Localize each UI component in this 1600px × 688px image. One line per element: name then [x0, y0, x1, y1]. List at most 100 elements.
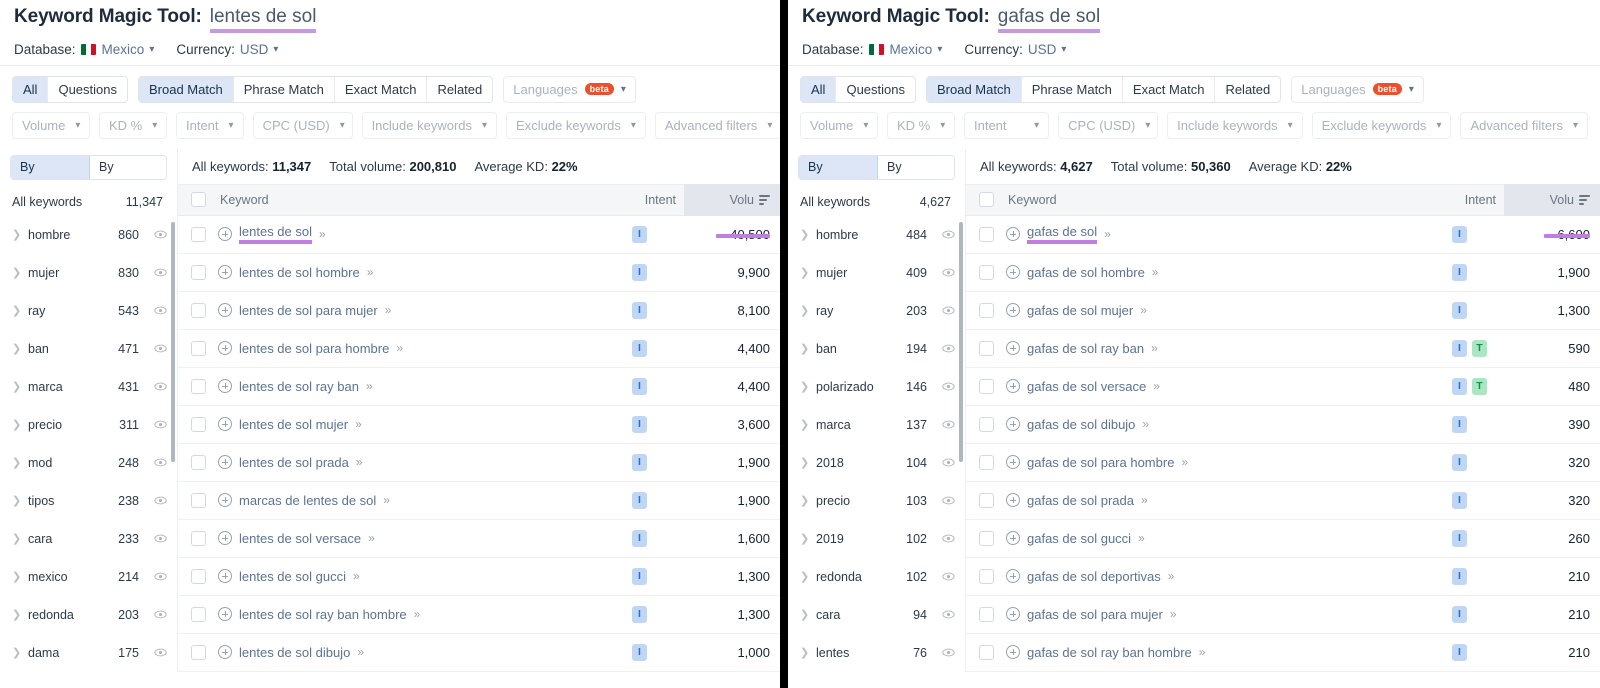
column-header-volume[interactable]: Volu	[684, 184, 780, 216]
eye-icon[interactable]	[154, 570, 167, 583]
add-keyword-icon[interactable]	[1006, 303, 1020, 317]
open-serp-icon[interactable]: »	[1168, 569, 1173, 583]
eye-icon[interactable]	[154, 608, 167, 621]
eye-icon[interactable]	[942, 266, 955, 279]
open-serp-icon[interactable]: »	[355, 417, 360, 431]
add-keyword-icon[interactable]	[1006, 379, 1020, 393]
tab-broad-match[interactable]: Broad Match	[139, 77, 234, 102]
row-checkbox[interactable]	[966, 379, 1006, 394]
open-serp-icon[interactable]: »	[414, 607, 419, 621]
keyword-link[interactable]: lentes de sol dibujo	[239, 645, 350, 660]
add-keyword-icon[interactable]	[1006, 455, 1020, 469]
open-serp-icon[interactable]: »	[1199, 645, 1204, 659]
filter-cpc[interactable]: CPC (USD)▾	[1058, 112, 1158, 139]
table-row[interactable]: gafas de sol para mujer»I210	[966, 596, 1600, 634]
eye-icon[interactable]	[154, 494, 167, 507]
filter-include-keywords[interactable]: Include keywords▾	[1167, 112, 1302, 139]
table-row[interactable]: lentes de sol versace»I1,600	[178, 520, 780, 558]
row-checkbox[interactable]	[178, 227, 218, 242]
sidebar-item-hombre[interactable]: ❯hombre860	[0, 216, 177, 254]
add-keyword-icon[interactable]	[218, 379, 232, 393]
sidebar-item-ban[interactable]: ❯ban194	[788, 330, 965, 368]
open-serp-icon[interactable]: »	[383, 493, 388, 507]
eye-icon[interactable]	[154, 304, 167, 317]
filter-kd[interactable]: KD %▾	[887, 112, 955, 139]
sidebar-scrollbar[interactable]	[959, 222, 963, 462]
add-keyword-icon[interactable]	[1006, 341, 1020, 355]
tab-phrase-match[interactable]: Phrase Match	[1022, 77, 1123, 102]
database-selector[interactable]: Database: Mexico ▾	[802, 42, 942, 57]
row-checkbox[interactable]	[966, 645, 1006, 660]
open-serp-icon[interactable]: »	[1181, 455, 1186, 469]
row-checkbox[interactable]	[966, 569, 1006, 584]
eye-icon[interactable]	[942, 494, 955, 507]
add-keyword-icon[interactable]	[218, 265, 232, 279]
table-row[interactable]: gafas de sol dibujo»I390	[966, 406, 1600, 444]
tab-related[interactable]: Related	[1215, 77, 1280, 102]
row-checkbox[interactable]	[966, 455, 1006, 470]
toggle-by-number[interactable]: By number	[11, 156, 90, 179]
keyword-link[interactable]: lentes de sol hombre	[239, 265, 360, 280]
eye-icon[interactable]	[154, 418, 167, 431]
open-serp-icon[interactable]: »	[366, 379, 371, 393]
keyword-link[interactable]: lentes de sol gucci	[239, 569, 346, 584]
sidebar-item-lentes[interactable]: ❯lentes76	[788, 634, 965, 672]
open-serp-icon[interactable]: »	[356, 455, 361, 469]
table-row[interactable]: gafas de sol deportivas»I210	[966, 558, 1600, 596]
sidebar-all-keywords-row[interactable]: All keywords 4,627	[788, 188, 965, 216]
keyword-link[interactable]: lentes de sol para mujer	[239, 303, 378, 318]
add-keyword-icon[interactable]	[218, 417, 232, 431]
eye-icon[interactable]	[154, 380, 167, 393]
keyword-link[interactable]: lentes de sol	[239, 224, 312, 244]
tab-all[interactable]: All	[13, 77, 48, 102]
eye-icon[interactable]	[154, 532, 167, 545]
eye-icon[interactable]	[154, 646, 167, 659]
open-serp-icon[interactable]: »	[1138, 531, 1143, 545]
add-keyword-icon[interactable]	[218, 455, 232, 469]
keyword-link[interactable]: gafas de sol ray ban hombre	[1027, 645, 1192, 660]
select-all-checkbox[interactable]	[966, 192, 1006, 207]
filter-advanced[interactable]: Advanced filters▾	[655, 112, 780, 139]
keyword-link[interactable]: lentes de sol para hombre	[239, 341, 389, 356]
table-row[interactable]: gafas de sol ray ban»IT590	[966, 330, 1600, 368]
sidebar-item-precio[interactable]: ❯precio311	[0, 406, 177, 444]
keyword-link[interactable]: gafas de sol hombre	[1027, 265, 1145, 280]
sidebar-item-ban[interactable]: ❯ban471	[0, 330, 177, 368]
tab-questions[interactable]: Questions	[836, 77, 915, 102]
row-checkbox[interactable]	[966, 607, 1006, 622]
row-checkbox[interactable]	[966, 493, 1006, 508]
row-checkbox[interactable]	[178, 493, 218, 508]
keyword-link[interactable]: gafas de sol prada	[1027, 493, 1134, 508]
open-serp-icon[interactable]: »	[1151, 341, 1156, 355]
open-serp-icon[interactable]: »	[1104, 227, 1109, 241]
add-keyword-icon[interactable]	[1006, 227, 1020, 241]
table-row[interactable]: lentes de sol hombre»I9,900	[178, 254, 780, 292]
eye-icon[interactable]	[154, 228, 167, 241]
add-keyword-icon[interactable]	[218, 569, 232, 583]
add-keyword-icon[interactable]	[218, 607, 232, 621]
eye-icon[interactable]	[942, 532, 955, 545]
keyword-link[interactable]: gafas de sol para mujer	[1027, 607, 1163, 622]
keyword-link[interactable]: gafas de sol ray ban	[1027, 341, 1144, 356]
keyword-link[interactable]: lentes de sol prada	[239, 455, 349, 470]
add-keyword-icon[interactable]	[1006, 265, 1020, 279]
table-row[interactable]: lentes de sol ray ban hombre»I1,300	[178, 596, 780, 634]
row-checkbox[interactable]	[966, 227, 1006, 242]
eye-icon[interactable]	[942, 304, 955, 317]
open-serp-icon[interactable]: »	[357, 645, 362, 659]
keyword-link[interactable]: gafas de sol deportivas	[1027, 569, 1161, 584]
add-keyword-icon[interactable]	[218, 341, 232, 355]
table-row[interactable]: lentes de sol dibujo»I1,000	[178, 634, 780, 672]
row-checkbox[interactable]	[178, 569, 218, 584]
filter-intent[interactable]: Intent▾	[964, 112, 1049, 139]
keyword-link[interactable]: gafas de sol dibujo	[1027, 417, 1135, 432]
table-row[interactable]: lentes de sol ray ban»I4,400	[178, 368, 780, 406]
sidebar-item-cara[interactable]: ❯cara233	[0, 520, 177, 558]
keyword-link[interactable]: gafas de sol mujer	[1027, 303, 1133, 318]
toggle-by-volume[interactable]: By volume	[878, 156, 954, 179]
toggle-by-volume[interactable]: By volume	[90, 156, 166, 179]
open-serp-icon[interactable]: »	[396, 341, 401, 355]
sidebar-item-polarizado[interactable]: ❯polarizado146	[788, 368, 965, 406]
sidebar-item-dama[interactable]: ❯dama175	[0, 634, 177, 672]
table-row[interactable]: gafas de sol»I6,600	[966, 216, 1600, 254]
